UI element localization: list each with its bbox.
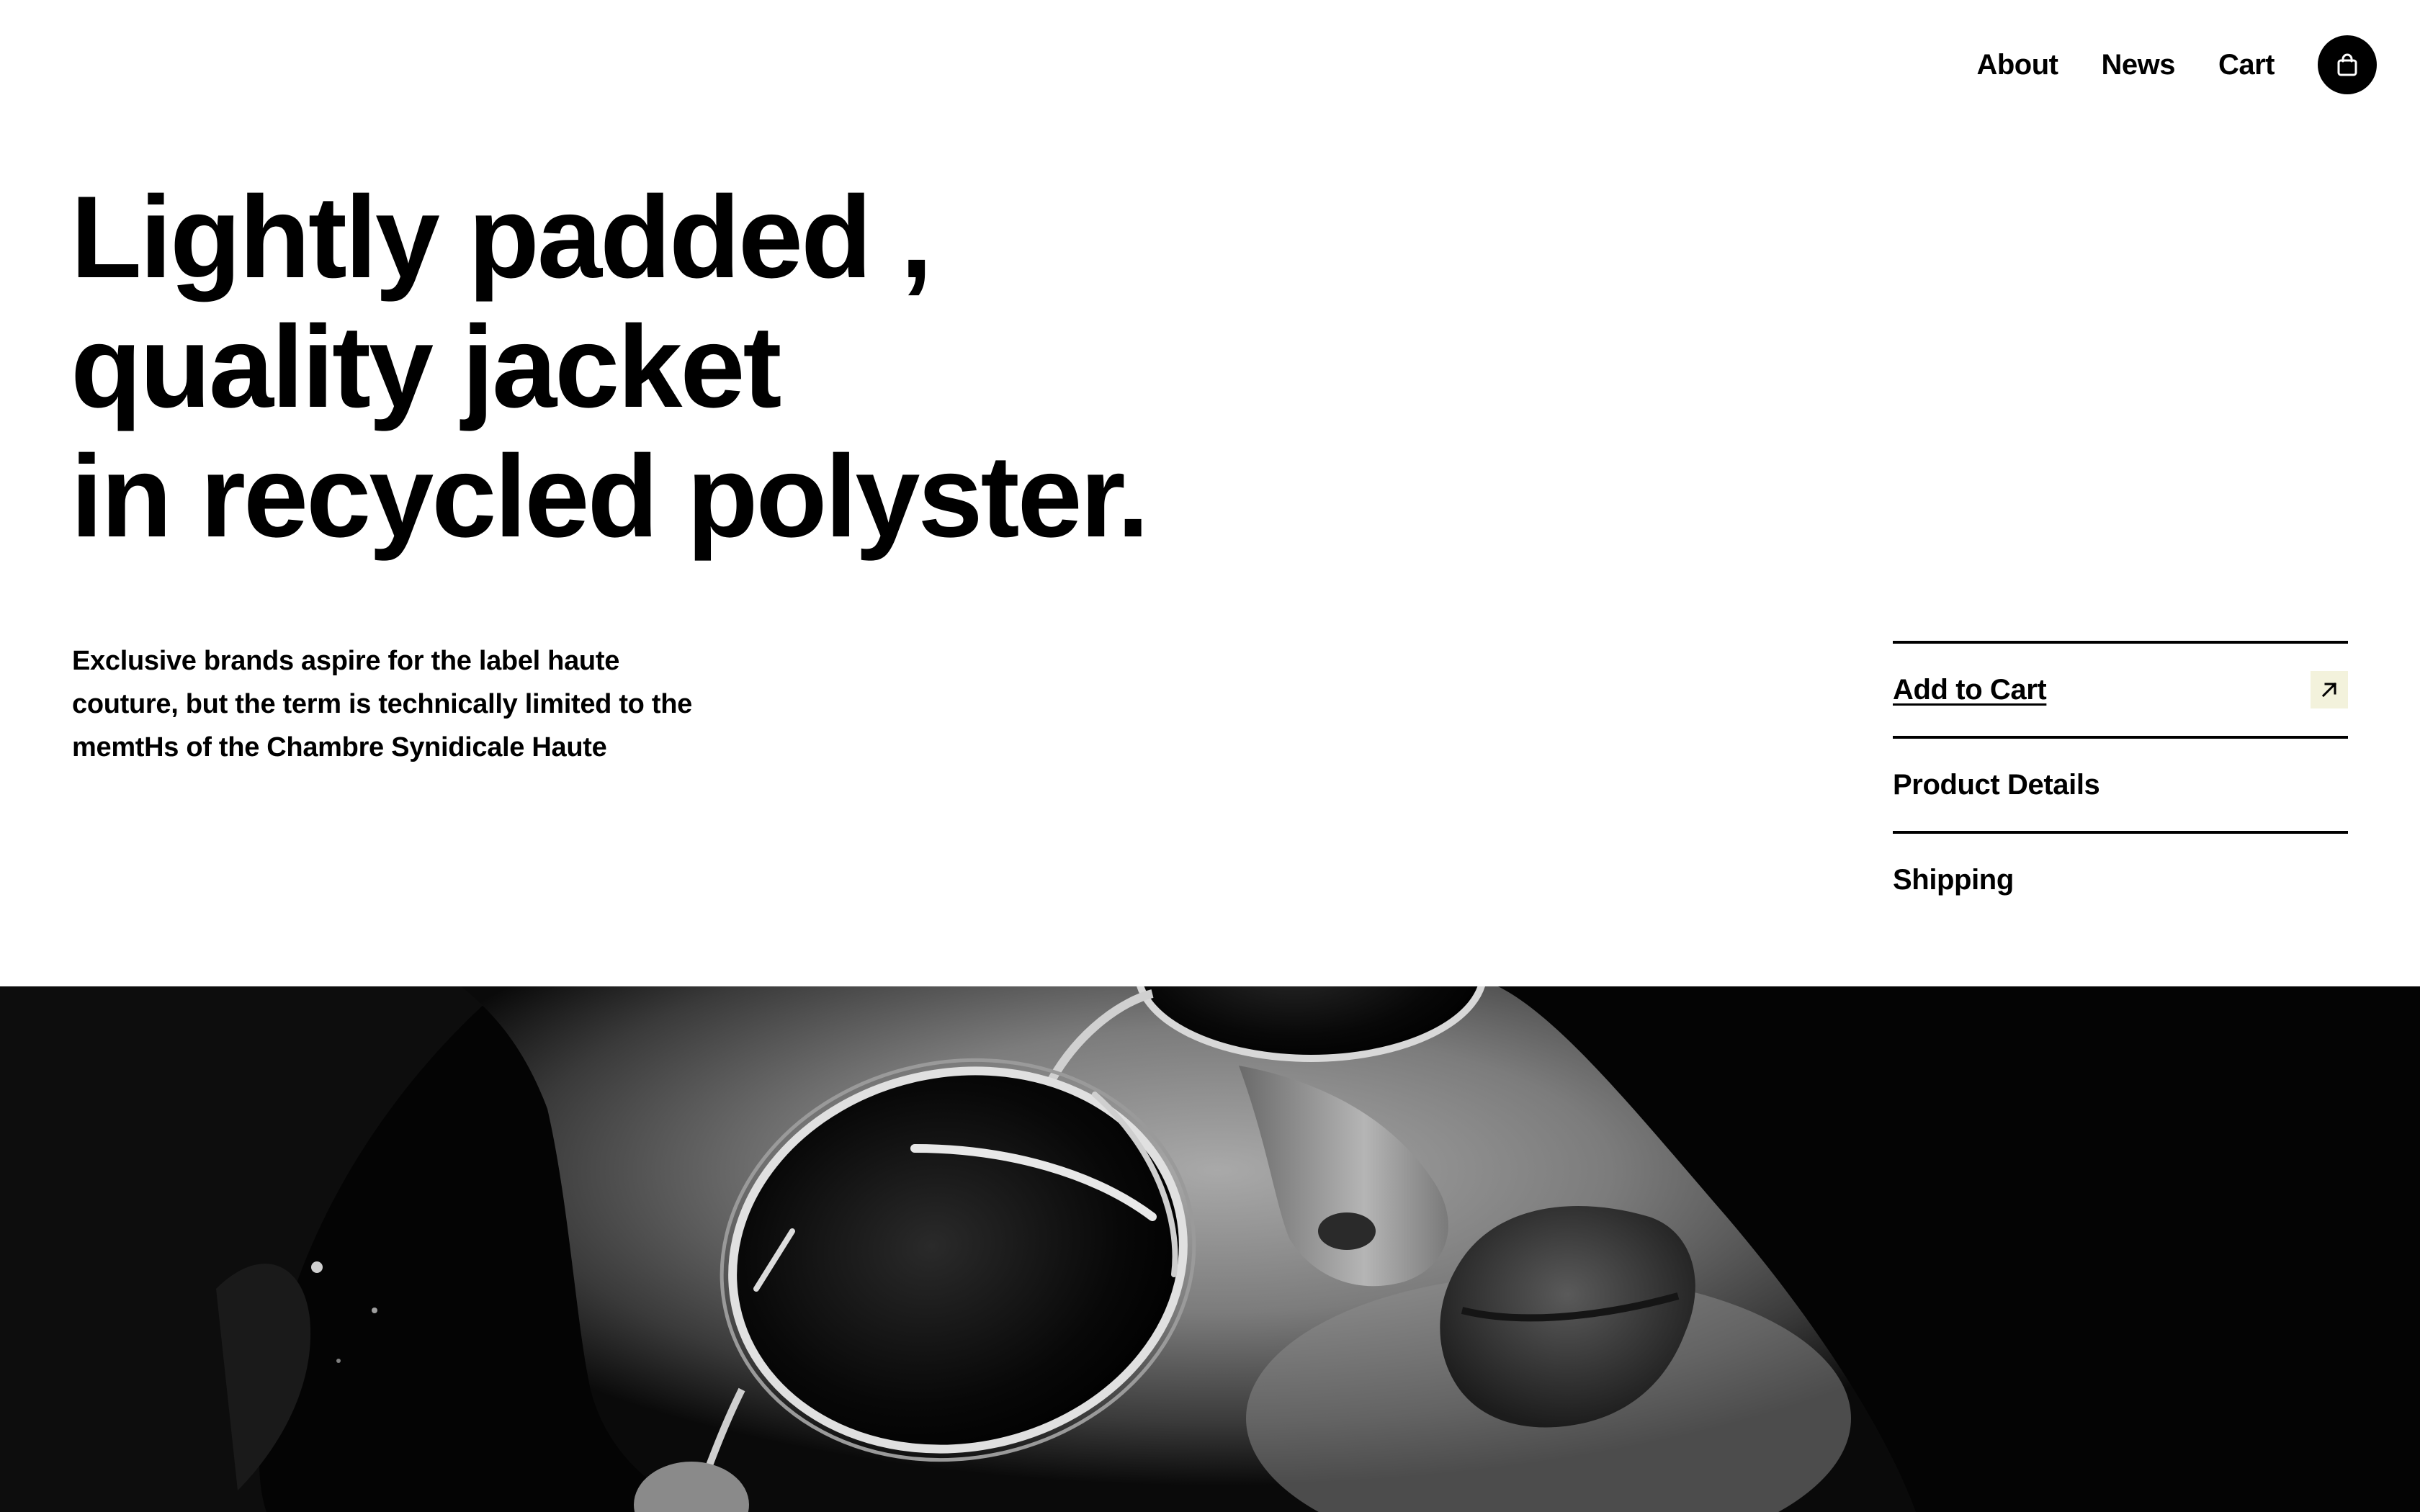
product-details-toggle[interactable]: Product Details: [1893, 736, 2348, 831]
product-details-label: Product Details: [1893, 768, 2100, 801]
cart-button[interactable]: [2318, 35, 2377, 94]
shipping-toggle[interactable]: Shipping: [1893, 831, 2348, 926]
top-nav: About News Cart: [1976, 35, 2377, 95]
nav-link-cart[interactable]: Cart: [2218, 49, 2275, 81]
shipping-label: Shipping: [1893, 863, 2014, 896]
shopping-bag-icon: [2337, 53, 2357, 76]
product-actions: Add to Cart Product Details Shipping: [1893, 641, 2348, 926]
headline-line: in recycled polyster.: [71, 431, 1150, 562]
nav-link-about[interactable]: About: [1976, 49, 2058, 81]
product-description: Exclusive brands aspire for the label ha…: [72, 646, 692, 762]
headline-line: quality jacket: [71, 302, 781, 432]
arrow-up-right-icon: [2311, 671, 2348, 708]
hero-image: [0, 986, 2420, 1512]
nav-link-news[interactable]: News: [2101, 49, 2175, 81]
headline-line: Lightly padded ,: [71, 172, 933, 302]
add-to-cart-label: Add to Cart: [1893, 673, 2047, 706]
add-to-cart-button[interactable]: Add to Cart: [1893, 641, 2348, 736]
page-headline: Lightly padded , quality jacket in recyc…: [71, 172, 1150, 562]
